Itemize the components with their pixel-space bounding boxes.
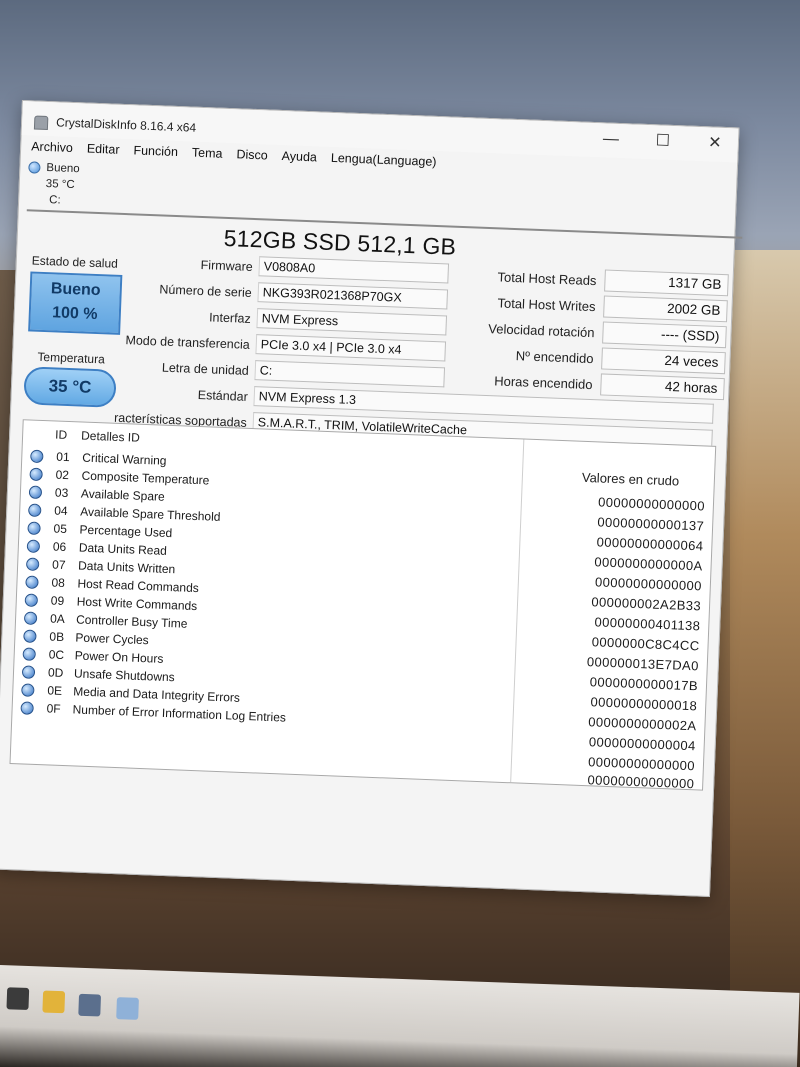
smart-attributes-table[interactable]: ID Detalles ID Valores en crudo 01 Criti… xyxy=(9,419,717,791)
taskbar-explorer-icon[interactable] xyxy=(42,990,66,1014)
minimize-button[interactable]: — xyxy=(587,127,634,153)
power-on-count-label: Nº encendido xyxy=(515,348,594,367)
attribute-name: Data Units Read xyxy=(78,540,168,558)
drive-letter-value: C: xyxy=(254,360,446,388)
taskbar xyxy=(0,965,800,1067)
interface-label: Interfaz xyxy=(208,310,252,326)
status-dot-icon xyxy=(30,449,44,464)
total-host-reads-value: 1317 GB xyxy=(604,269,729,297)
attribute-id: 09 xyxy=(50,593,65,608)
attribute-name: Unsafe Shutdowns xyxy=(73,666,175,685)
attribute-id: 02 xyxy=(55,467,70,483)
window-title: CrystalDiskInfo 8.16.4 x64 xyxy=(55,115,197,135)
status-dot-icon xyxy=(24,593,39,607)
power-on-count-value: 24 veces xyxy=(601,347,726,375)
health-status-dot-icon xyxy=(28,161,41,174)
status-dot-icon xyxy=(21,683,35,697)
status-dot-icon xyxy=(23,611,38,625)
attribute-id: 0E xyxy=(47,683,63,698)
menu-tema[interactable]: Tema xyxy=(190,143,225,164)
attribute-id: 0C xyxy=(48,647,65,663)
status-dot-icon xyxy=(25,557,40,571)
menu-disco[interactable]: Disco xyxy=(234,145,270,166)
firmware-label: Firmware xyxy=(200,257,254,274)
attribute-id: 03 xyxy=(54,485,69,501)
taskbar-crystaldiskinfo-icon[interactable] xyxy=(116,997,139,1020)
crystaldiskinfo-window: CrystalDiskInfo 8.16.4 x64 — ☐ ✕ Archivo… xyxy=(0,100,743,897)
attribute-id: 05 xyxy=(53,521,68,537)
attribute-name: Critical Warning xyxy=(82,450,167,468)
status-dot-icon xyxy=(26,539,41,554)
firmware-value: V0808A0 xyxy=(258,256,450,284)
attribute-id: 04 xyxy=(53,503,68,519)
attribute-id: 0B xyxy=(49,629,65,645)
attribute-name: Percentage Used xyxy=(79,522,173,541)
status-dot-icon xyxy=(27,521,41,536)
attribute-id: 0A xyxy=(49,611,66,627)
status-dot-icon xyxy=(22,647,36,661)
background-scenery-right xyxy=(730,250,800,1067)
menu-archivo[interactable]: Archivo xyxy=(29,137,75,159)
disk-tab-status: Bueno xyxy=(46,161,80,176)
status-dot-icon xyxy=(21,665,36,679)
status-dot-icon xyxy=(20,701,34,715)
total-host-writes-label: Total Host Writes xyxy=(497,295,596,315)
menu-editar[interactable]: Editar xyxy=(84,139,121,160)
status-dot-icon xyxy=(28,485,43,500)
column-header-details[interactable]: Detalles ID xyxy=(81,429,140,445)
taskbar-store-icon[interactable] xyxy=(78,993,102,1017)
transfer-mode-label: Modo de transferencia xyxy=(125,333,251,352)
column-header-id[interactable]: ID xyxy=(55,428,68,442)
status-dot-icon xyxy=(28,503,42,518)
taskbar-start-icon[interactable] xyxy=(6,987,30,1011)
attribute-id: 0D xyxy=(47,665,64,681)
interface-value: NVM Express xyxy=(256,308,448,336)
attribute-id: 06 xyxy=(52,539,67,555)
close-button[interactable]: ✕ xyxy=(691,131,738,157)
rotation-speed-value: ---- (SSD) xyxy=(602,321,727,349)
attribute-name: Data Units Written xyxy=(77,558,176,577)
attribute-id: 01 xyxy=(56,449,70,465)
status-dot-icon xyxy=(23,629,37,643)
app-icon xyxy=(33,115,49,131)
total-host-reads-label: Total Host Reads xyxy=(497,269,597,289)
rotation-speed-label: Velocidad rotación xyxy=(488,321,595,341)
attribute-name: Controller Busy Time xyxy=(75,612,188,631)
maximize-button[interactable]: ☐ xyxy=(639,129,686,155)
attribute-id: 08 xyxy=(51,575,66,590)
serial-value: NKG393R021368P70GX xyxy=(257,282,449,310)
menu-ayuda[interactable]: Ayuda xyxy=(279,147,319,168)
attribute-name: Power Cycles xyxy=(75,630,149,648)
attribute-name: Available Spare xyxy=(80,486,165,504)
attribute-name: Power On Hours xyxy=(74,648,164,666)
status-dot-icon xyxy=(29,467,43,482)
standard-label: Estándar xyxy=(197,387,249,404)
disk-tab-temp: 35 °C xyxy=(45,177,75,192)
disk-tab-letter: C: xyxy=(48,194,61,207)
menu-language[interactable]: Lengua(Language) xyxy=(328,149,438,173)
power-on-hours-value: 42 horas xyxy=(600,373,725,401)
serial-label: Número de serie xyxy=(159,282,253,300)
status-dot-icon xyxy=(25,575,39,589)
attribute-id: 07 xyxy=(51,557,66,573)
attribute-id: 0F xyxy=(46,701,61,716)
disk-tab-c[interactable]: Bueno 35 °C C: xyxy=(27,159,109,214)
total-host-writes-value: 2002 GB xyxy=(603,295,728,323)
drive-letter-label: Letra de unidad xyxy=(161,360,250,378)
transfer-mode-value: PCIe 3.0 x4 | PCIe 3.0 x4 xyxy=(255,334,447,362)
power-on-hours-label: Horas encendido xyxy=(493,373,593,393)
menu-funcion[interactable]: Función xyxy=(131,141,180,163)
